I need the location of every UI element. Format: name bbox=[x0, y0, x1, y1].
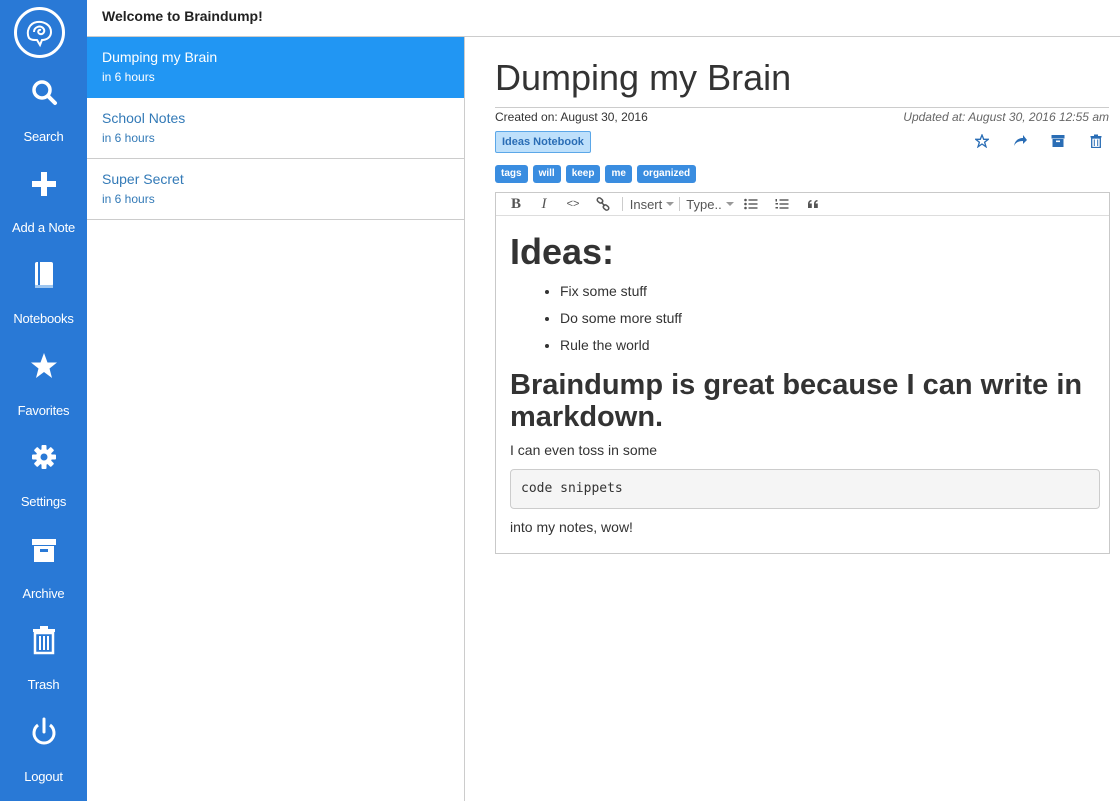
note-time: in 6 hours bbox=[102, 70, 155, 84]
tag[interactable]: keep bbox=[565, 165, 601, 183]
sidebar-item-settings[interactable]: Settings bbox=[0, 441, 87, 521]
tag[interactable]: organized bbox=[636, 165, 697, 183]
note-list: Dumping my Brain in 6 hours School Notes… bbox=[87, 37, 465, 801]
note-title: School Notes bbox=[102, 110, 186, 126]
trash-icon bbox=[0, 624, 87, 664]
list-item[interactable]: Dumping my Brain in 6 hours bbox=[87, 37, 464, 98]
sidebar-item-label: Archive bbox=[22, 586, 65, 601]
content-paragraph: into my notes, wow! bbox=[510, 519, 633, 535]
power-icon bbox=[0, 716, 87, 756]
code-button[interactable]: <> bbox=[562, 193, 584, 215]
notebook-badge[interactable]: Ideas Notebook bbox=[495, 131, 591, 153]
chevron-down-icon bbox=[725, 202, 734, 206]
star-outline-icon[interactable] bbox=[972, 131, 992, 151]
note-title: Dumping my Brain bbox=[102, 49, 218, 65]
sidebar-item-favorites[interactable]: Favorites bbox=[0, 350, 87, 430]
list-item[interactable]: Super Secret in 6 hours bbox=[87, 159, 464, 220]
list-item: Fix some stuff bbox=[560, 278, 1100, 305]
link-icon[interactable] bbox=[593, 193, 613, 215]
share-icon[interactable] bbox=[1010, 131, 1030, 151]
list-item[interactable]: School Notes in 6 hours bbox=[87, 98, 464, 159]
markdown-editor[interactable]: B I <> Insert Type.. Ideas: Fix some s bbox=[495, 192, 1110, 554]
type-dropdown[interactable]: Type.. bbox=[685, 193, 735, 215]
note-time: in 6 hours bbox=[102, 131, 155, 145]
bullet-list-icon[interactable] bbox=[742, 193, 760, 215]
star-icon bbox=[0, 350, 87, 390]
divider bbox=[495, 107, 1109, 108]
content-paragraph: I can even toss in some bbox=[510, 442, 658, 458]
archive-icon bbox=[0, 533, 87, 573]
sidebar-item-label: Logout bbox=[24, 769, 63, 784]
code-block: code snippets bbox=[510, 469, 1100, 509]
bold-button[interactable]: B bbox=[506, 193, 526, 215]
italic-button[interactable]: I bbox=[534, 193, 554, 215]
list-item: Do some more stuff bbox=[560, 305, 1100, 332]
toolbar-divider bbox=[622, 197, 623, 211]
sidebar-item-archive[interactable]: Archive bbox=[0, 533, 87, 613]
header-bar: Welcome to Braindump! bbox=[87, 0, 1120, 37]
sidebar-item-search[interactable]: Search bbox=[0, 76, 87, 156]
tag-list: tags will keep me organized bbox=[495, 163, 701, 183]
note-time: in 6 hours bbox=[102, 192, 155, 206]
content-heading-2: Braindump is great because I can write i… bbox=[510, 369, 1083, 433]
created-date: Created on: August 30, 2016 bbox=[495, 110, 648, 124]
chevron-down-icon bbox=[666, 202, 675, 206]
updated-date: Updated at: August 30, 2016 12:55 am bbox=[903, 110, 1109, 124]
sidebar-item-logout[interactable]: Logout bbox=[0, 716, 87, 796]
archive-icon[interactable] bbox=[1048, 131, 1068, 151]
type-label: Type.. bbox=[686, 196, 722, 212]
sidebar-item-label: Settings bbox=[20, 494, 67, 509]
content-heading-1: Ideas: bbox=[510, 231, 615, 272]
search-icon bbox=[0, 76, 87, 116]
plus-icon bbox=[0, 167, 87, 207]
tag[interactable]: will bbox=[532, 165, 561, 183]
sidebar-item-label: Trash bbox=[27, 677, 60, 692]
toolbar-divider bbox=[679, 197, 680, 211]
sidebar-item-label: Notebooks bbox=[13, 311, 74, 326]
content-list: Fix some stuff Do some more stuff Rule t… bbox=[560, 278, 1100, 359]
insert-label: Insert bbox=[629, 196, 663, 212]
sidebar-item-trash[interactable]: Trash bbox=[0, 624, 87, 704]
sidebar-item-notebooks[interactable]: Notebooks bbox=[0, 258, 87, 338]
note-view: Dumping my Brain Created on: August 30, … bbox=[465, 37, 1120, 801]
list-item: Rule the world bbox=[560, 332, 1100, 359]
sidebar: Search Add a Note Notebooks Favorites Se… bbox=[0, 0, 87, 801]
brain-icon[interactable] bbox=[14, 7, 65, 58]
sidebar-item-label: Favorites bbox=[17, 403, 70, 418]
numbered-list-icon[interactable] bbox=[773, 193, 791, 215]
sidebar-item-label: Add a Note bbox=[11, 220, 76, 235]
tag[interactable]: me bbox=[605, 165, 632, 183]
sidebar-item-label: Search bbox=[23, 129, 64, 144]
note-title: Super Secret bbox=[102, 171, 184, 187]
app-title: Welcome to Braindump! bbox=[102, 8, 263, 24]
book-icon bbox=[0, 258, 87, 298]
editor-content[interactable]: Ideas: Fix some stuff Do some more stuff… bbox=[510, 216, 1100, 537]
insert-dropdown[interactable]: Insert bbox=[629, 193, 675, 215]
tag[interactable]: tags bbox=[495, 165, 528, 183]
sidebar-item-add-note[interactable]: Add a Note bbox=[0, 167, 87, 247]
editor-toolbar: B I <> Insert Type.. bbox=[496, 193, 1109, 216]
page-title[interactable]: Dumping my Brain bbox=[495, 57, 791, 99]
trash-icon[interactable] bbox=[1086, 131, 1106, 151]
gear-icon bbox=[0, 441, 87, 481]
quote-icon[interactable] bbox=[804, 193, 822, 215]
